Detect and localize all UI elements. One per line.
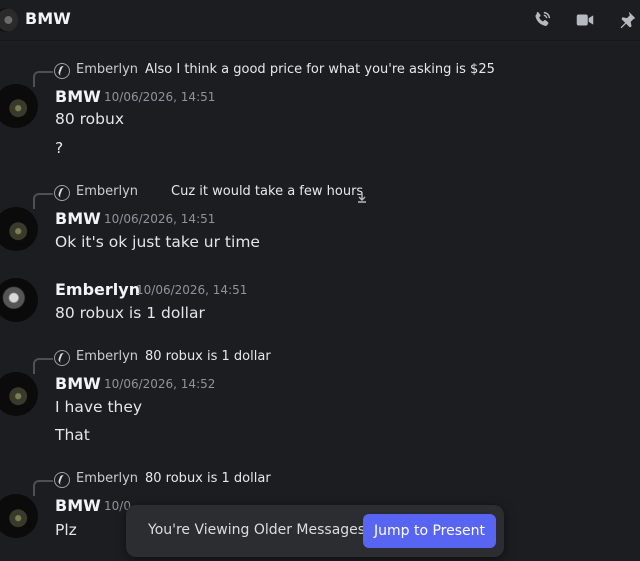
- reply-text: 80 robux is 1 dollar: [145, 471, 271, 486]
- jump-to-present-button[interactable]: Jump to Present: [363, 514, 496, 548]
- message-text: I have they: [55, 398, 143, 416]
- avatar[interactable]: [0, 207, 38, 251]
- reply-spine: [33, 71, 53, 87]
- reply-text: Cuz it would take a few hours: [171, 184, 364, 199]
- older-messages-label: You're Viewing Older Messages: [148, 522, 366, 538]
- reply-author[interactable]: Emberlyn: [76, 62, 138, 77]
- avatar[interactable]: [0, 372, 38, 416]
- message-author[interactable]: BMW: [55, 209, 101, 228]
- channel-avatar[interactable]: [0, 8, 18, 32]
- message-author[interactable]: BMW: [55, 374, 101, 393]
- message-text: 80 robux is 1 dollar: [55, 304, 205, 322]
- message-text: 80 robux: [55, 110, 125, 128]
- message-author[interactable]: BMW: [55, 496, 101, 515]
- reply-preview[interactable]: Emberlyn 80 robux is 1 dollar: [0, 471, 300, 496]
- download-icon[interactable]: [356, 192, 368, 204]
- reply-spine: [33, 480, 53, 496]
- reply-preview[interactable]: Emberlyn 80 robux is 1 dollar: [0, 349, 300, 374]
- message-text: ?: [55, 139, 64, 157]
- reply-preview[interactable]: Emberlyn Cuz it would take a few hours: [0, 184, 364, 209]
- message-timestamp: 10/06/2026, 14:52: [104, 377, 216, 391]
- reply-spine: [33, 358, 53, 374]
- reply-avatar: [54, 350, 70, 366]
- reply-spine: [33, 193, 53, 209]
- reply-text: 80 robux is 1 dollar: [145, 349, 271, 364]
- reply-avatar: [54, 185, 70, 201]
- video-call-icon[interactable]: [574, 9, 596, 31]
- reply-author[interactable]: Emberlyn: [76, 349, 138, 364]
- reply-author[interactable]: Emberlyn: [76, 184, 138, 199]
- reply-avatar: [54, 472, 70, 488]
- message-text: Ok it's ok just take ur time: [55, 233, 260, 251]
- channel-header: BMW: [0, 0, 640, 41]
- message-text: Plz: [55, 521, 77, 539]
- pin-icon[interactable]: [616, 9, 638, 31]
- avatar[interactable]: [0, 84, 38, 128]
- older-messages-bar: You're Viewing Older Messages Jump to Pr…: [126, 505, 504, 557]
- message-timestamp: 10/06/2026, 14:51: [136, 283, 248, 297]
- message-timestamp: 10/06/2026, 14:51: [104, 212, 216, 226]
- message-timestamp: 10/06/2026, 14:51: [104, 90, 216, 104]
- reply-text: Also I think a good price for what you'r…: [145, 62, 495, 77]
- message-author[interactable]: BMW: [55, 87, 101, 106]
- message-text: That: [55, 426, 90, 444]
- message-list[interactable]: Emberlyn Also I think a good price for w…: [0, 41, 640, 561]
- avatar[interactable]: [0, 278, 38, 322]
- channel-name: BMW: [25, 9, 71, 28]
- reply-author[interactable]: Emberlyn: [76, 471, 138, 486]
- avatar[interactable]: [0, 494, 38, 538]
- voice-call-icon[interactable]: [531, 9, 553, 31]
- reply-preview[interactable]: Emberlyn Also I think a good price for w…: [0, 62, 500, 87]
- message-author[interactable]: Emberlyn: [55, 280, 140, 299]
- reply-avatar: [54, 63, 70, 79]
